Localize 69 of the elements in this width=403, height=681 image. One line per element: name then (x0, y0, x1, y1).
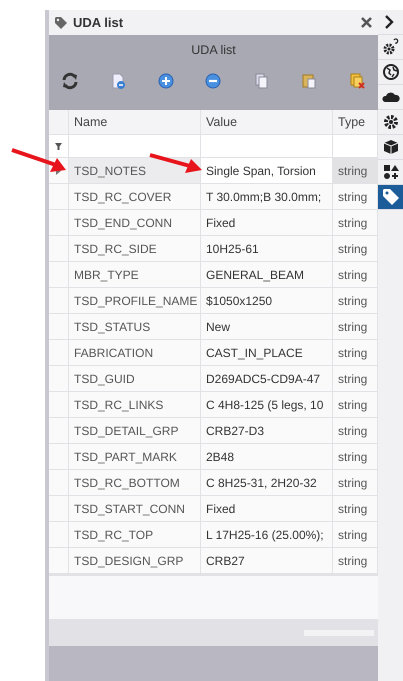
cube-icon (382, 138, 400, 156)
type-cell: string (333, 444, 378, 470)
value-cell[interactable]: D269ADC5-CD9A-47 (201, 366, 333, 392)
name-cell[interactable]: TSD_RC_TOP (69, 522, 201, 548)
value-cell[interactable]: New (201, 314, 333, 340)
name-cell[interactable]: TSD_RC_SIDE (69, 236, 201, 262)
value-cell[interactable]: Single Span, Torsion (201, 158, 333, 184)
type-cell: string (333, 340, 378, 366)
value-cell[interactable]: C 4H8-125 (5 legs, 10 (201, 392, 333, 418)
annotation-arrow (11, 148, 66, 172)
tag-tab[interactable] (378, 185, 403, 210)
gear-help-tab[interactable] (378, 35, 403, 60)
name-cell[interactable]: TSD_DETAIL_GRP (69, 418, 201, 444)
name-cell[interactable]: TSD_RC_LINKS (69, 392, 201, 418)
value-cell[interactable]: L 17H25-16 (25.00%); (201, 522, 333, 548)
value-cell[interactable]: C 8H25-31, 2H20-32 (201, 470, 333, 496)
value-cell[interactable]: Fixed (201, 210, 333, 236)
filter-field[interactable] (69, 135, 201, 158)
type-cell: string (333, 184, 378, 210)
name-cell[interactable]: TSD_PART_MARK (69, 444, 201, 470)
type-cell: string (333, 548, 378, 574)
type-cell: string (333, 262, 378, 288)
name-cell[interactable]: TSD_START_CONN (69, 496, 201, 522)
name-cell[interactable]: TSD_RC_BOTTOM (69, 470, 201, 496)
value-cell[interactable]: 10H25-61 (201, 236, 333, 262)
type-cell: string (333, 496, 378, 522)
column-header[interactable]: Value (201, 110, 333, 135)
name-cell[interactable]: TSD_STATUS (69, 314, 201, 340)
value-cell[interactable]: $1050x1250 (201, 288, 333, 314)
type-cell: string (333, 522, 378, 548)
close-icon[interactable] (361, 17, 372, 28)
filter-field[interactable] (333, 135, 378, 158)
value-cell[interactable]: 2B48 (201, 444, 333, 470)
name-cell[interactable]: TSD_PROFILE_NAME (69, 288, 201, 314)
name-cell[interactable]: TSD_NOTES (69, 158, 201, 184)
panel-title: UDA list (73, 14, 124, 32)
type-cell: string (333, 236, 378, 262)
header-title: UDA list (191, 43, 236, 57)
type-cell: string (333, 392, 378, 418)
name-cell[interactable]: TSD_RC_COVER (69, 184, 201, 210)
filter-icon[interactable] (55, 142, 62, 150)
type-cell: string (333, 418, 378, 444)
value-cell[interactable]: T 30.0mm;B 30.0mm; (201, 184, 333, 210)
column-header[interactable]: Type (333, 110, 378, 135)
column-header[interactable]: Name (69, 110, 201, 135)
type-cell: string (333, 314, 378, 340)
globe-icon (382, 63, 400, 81)
annotation-arrow (149, 153, 202, 173)
value-cell[interactable]: GENERAL_BEAM (201, 262, 333, 288)
gear-help-icon (382, 38, 400, 56)
name-cell[interactable]: TSD_END_CONN (69, 210, 201, 236)
type-cell: string (333, 158, 378, 184)
name-cell[interactable]: TSD_DESIGN_GRP (69, 548, 201, 574)
name-cell[interactable]: MBR_TYPE (69, 262, 201, 288)
value-cell[interactable]: CRB27 (201, 548, 333, 574)
name-cell[interactable]: FABRICATION (69, 340, 201, 366)
type-cell: string (333, 288, 378, 314)
filter-field[interactable] (201, 135, 333, 158)
shapes-icon (382, 163, 400, 181)
type-cell: string (333, 366, 378, 392)
value-cell[interactable]: CAST_IN_PLACE (201, 340, 333, 366)
value-cell[interactable]: CRB27-D3 (201, 418, 333, 444)
gear-icon (382, 113, 400, 131)
tag-icon (55, 16, 67, 28)
type-cell: string (333, 210, 378, 236)
value-cell[interactable]: Fixed (201, 496, 333, 522)
type-cell: string (333, 470, 378, 496)
tag-icon (382, 188, 400, 206)
name-cell[interactable]: TSD_GUID (69, 366, 201, 392)
